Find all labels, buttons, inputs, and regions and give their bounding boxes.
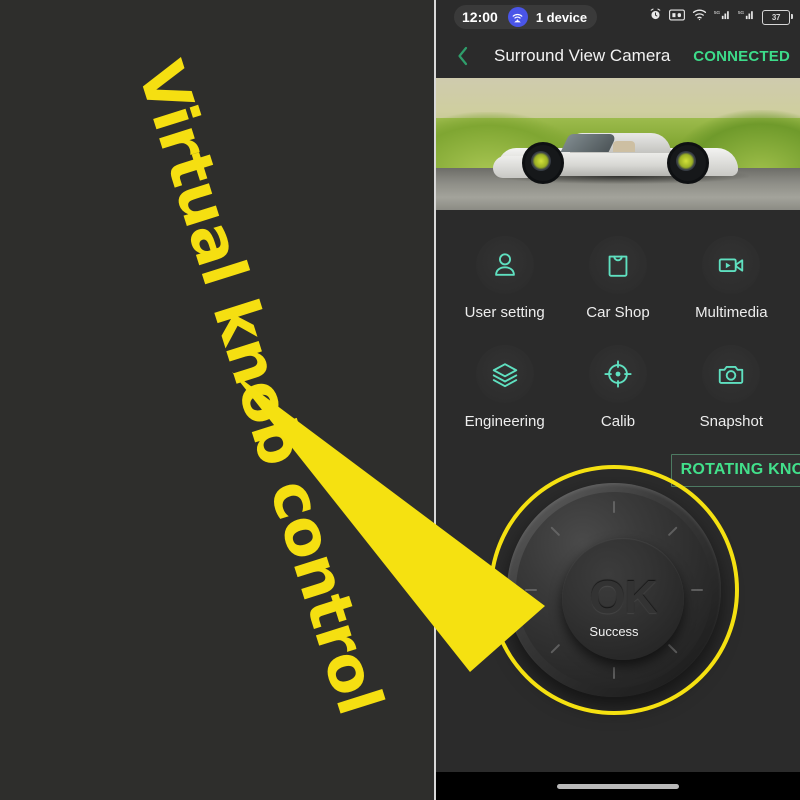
- car-rear-wheel: [667, 142, 710, 185]
- device-count-label: 1 device: [535, 9, 588, 25]
- function-item-snapshot[interactable]: Snapshot: [675, 345, 788, 430]
- vehicle-hero-image: [436, 78, 800, 210]
- app-header: Surround View Camera CONNECTED: [436, 34, 800, 78]
- status-bar: 12:00 1 device 5G 5G 37: [436, 0, 800, 34]
- user-icon: [475, 236, 534, 294]
- back-button[interactable]: [448, 41, 478, 71]
- status-clock: 12:00: [462, 9, 498, 25]
- knob-highlight-ring: [489, 465, 739, 715]
- hero-car: [493, 128, 739, 185]
- alarm-icon: [649, 8, 662, 26]
- virtual-knob-widget[interactable]: OK Success: [489, 465, 739, 715]
- phone-screen: 12:00 1 device 5G 5G 37 Surround View Ca…: [434, 0, 800, 800]
- function-label: Car Shop: [586, 304, 650, 321]
- function-item-calib[interactable]: Calib: [561, 345, 674, 430]
- function-item-car-shop[interactable]: Car Shop: [561, 236, 674, 321]
- hd-icon: [669, 8, 685, 26]
- function-label: Engineering: [464, 413, 545, 430]
- function-item-multimedia[interactable]: Multimedia: [675, 236, 788, 321]
- wifi-tether-icon: [507, 7, 528, 27]
- function-label: Calib: [600, 413, 636, 430]
- home-indicator[interactable]: [557, 783, 679, 789]
- function-label: Snapshot: [699, 413, 764, 430]
- layers-icon: [475, 345, 534, 403]
- signal-sim2-icon: 5G: [738, 8, 755, 26]
- function-label: Multimedia: [695, 304, 768, 321]
- screenshot-root: 12:00 1 device 5G 5G 37 Surround View Ca…: [0, 0, 800, 800]
- connection-status-badge: CONNECTED: [693, 47, 790, 65]
- battery-level-label: 37: [771, 12, 781, 22]
- wifi-icon: [692, 8, 707, 26]
- function-label: User setting: [464, 304, 545, 321]
- status-icons: 5G 5G 37: [649, 8, 793, 26]
- shopping-bag-icon: [588, 236, 647, 294]
- video-camera-icon: [702, 236, 761, 294]
- signal-sim1-icon: 5G: [714, 8, 731, 26]
- crosshair-target-icon: [588, 345, 647, 403]
- svg-text:5G: 5G: [738, 10, 745, 15]
- function-grid: User setting Car Shop Multimedia Enginee…: [436, 210, 800, 438]
- page-title: Surround View Camera: [494, 46, 671, 65]
- system-nav-bar: [436, 772, 800, 800]
- car-seat: [613, 141, 635, 153]
- battery-icon: 37: [762, 9, 793, 25]
- function-item-user-setting[interactable]: User setting: [448, 236, 561, 321]
- car-windshield: [560, 134, 618, 153]
- car-front-wheel: [521, 142, 564, 185]
- chevron-left-icon: [458, 46, 468, 66]
- tether-status-pill[interactable]: 12:00 1 device: [454, 5, 598, 29]
- callout-label: Virtual knob control: [123, 52, 398, 723]
- svg-text:5G: 5G: [714, 10, 721, 15]
- camera-icon: [702, 345, 761, 403]
- function-item-engineering[interactable]: Engineering: [448, 345, 561, 430]
